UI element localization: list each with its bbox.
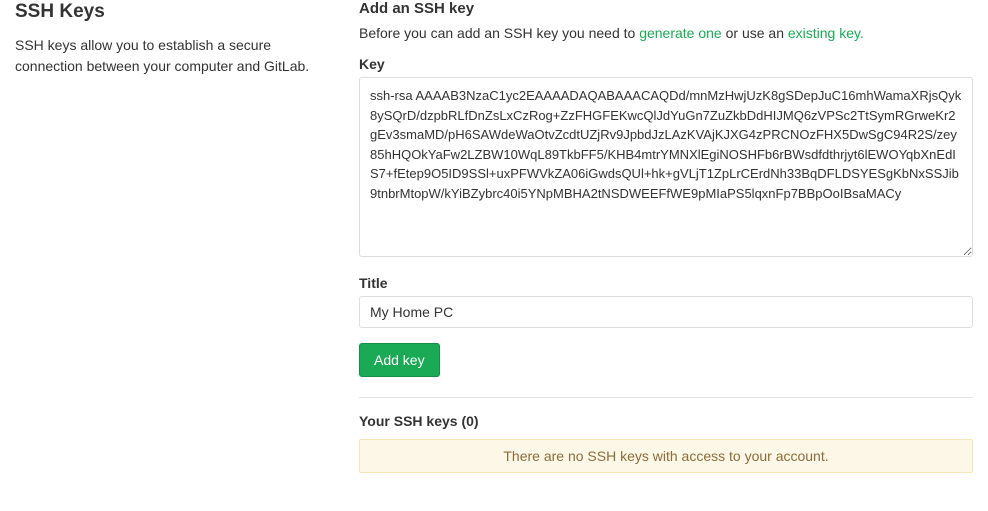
page-title: SSH Keys	[15, 0, 329, 25]
form-heading: Add an SSH key	[359, 0, 973, 17]
add-key-button[interactable]: Add key	[359, 343, 440, 377]
ssh-keys-heading: Your SSH keys (0)	[359, 413, 973, 429]
helper-middle: or use an	[722, 25, 788, 41]
helper-prefix: Before you can add an SSH key you need t…	[359, 25, 639, 41]
divider	[359, 397, 973, 398]
key-textarea[interactable]	[359, 77, 973, 257]
existing-key-link[interactable]: existing key.	[788, 25, 864, 41]
generate-key-link[interactable]: generate one	[639, 25, 722, 41]
page-description: SSH keys allow you to establish a secure…	[15, 35, 329, 77]
empty-keys-alert: There are no SSH keys with access to you…	[359, 439, 973, 473]
key-label: Key	[359, 56, 973, 72]
form-helper: Before you can add an SSH key you need t…	[359, 25, 973, 41]
title-label: Title	[359, 275, 973, 291]
title-input[interactable]	[359, 296, 973, 328]
